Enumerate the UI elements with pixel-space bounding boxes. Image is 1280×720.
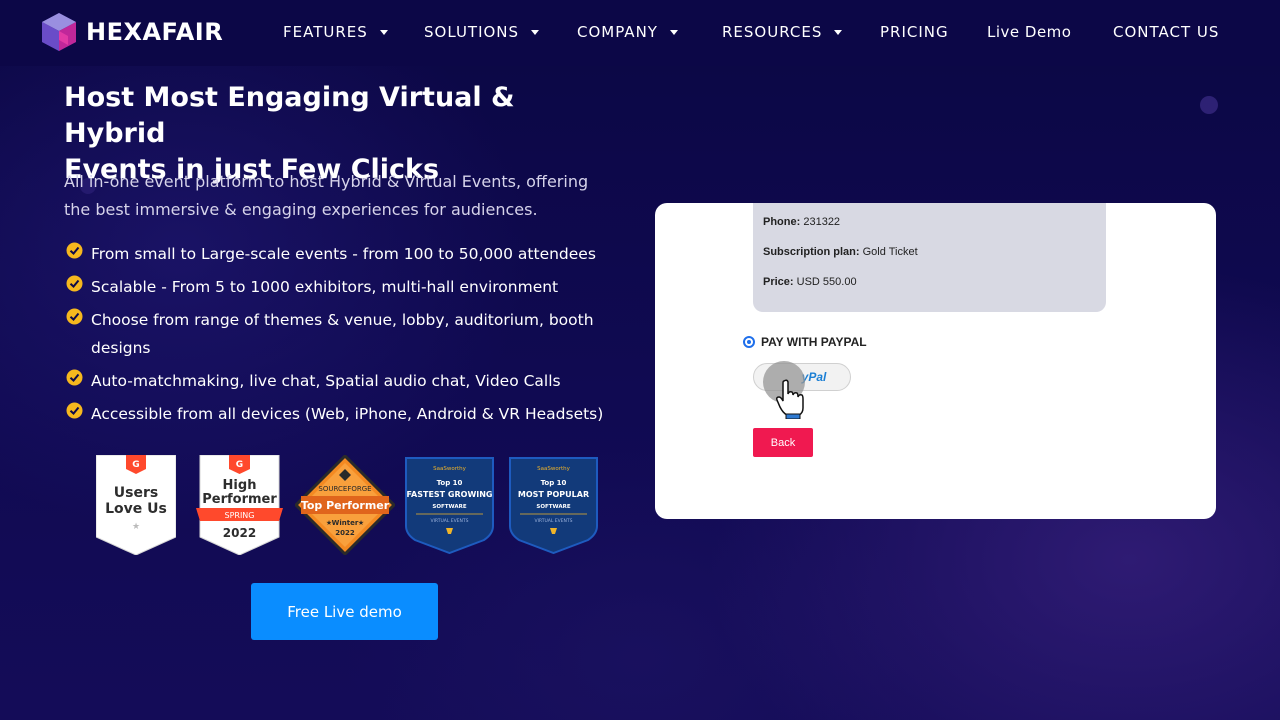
caret-down-icon	[834, 29, 843, 35]
decor-dot	[1200, 96, 1218, 114]
caret-down-icon	[379, 29, 388, 35]
phone-row: Phone: 231322	[763, 216, 840, 228]
nav-item-resources[interactable]: RESOURCES	[722, 20, 843, 44]
svg-text:SOURCEFORGE: SOURCEFORGE	[318, 485, 371, 493]
back-button[interactable]: Back	[753, 428, 813, 457]
nav-item-features-label: FEATURES	[283, 23, 368, 41]
pay-with-paypal-label: PAY WITH PAYPAL	[761, 335, 867, 349]
nav-item-features[interactable]: FEATURES	[283, 20, 388, 44]
feature-item: Choose from range of themes & venue, lob…	[66, 306, 611, 362]
brand-logo[interactable]: HEXAFAIR	[40, 12, 223, 52]
svg-text:FASTEST GROWING: FASTEST GROWING	[406, 490, 492, 499]
svg-text:Love Us: Love Us	[105, 501, 167, 517]
svg-text:G: G	[132, 460, 139, 470]
svg-text:Top 10: Top 10	[437, 479, 463, 487]
svg-text:SaaSworthy: SaaSworthy	[433, 466, 466, 472]
price-row: Price: USD 550.00	[763, 276, 857, 288]
svg-text:Top 10: Top 10	[541, 479, 567, 487]
feature-item: Accessible from all devices (Web, iPhone…	[66, 400, 611, 428]
svg-text:G: G	[236, 460, 243, 470]
check-circle-icon	[66, 308, 83, 325]
feature-list: From small to Large-scale events - from …	[66, 240, 611, 433]
nav-item-solutions[interactable]: SOLUTIONS	[424, 20, 540, 44]
svg-text:SPRING: SPRING	[224, 511, 254, 520]
feature-item: From small to Large-scale events - from …	[66, 240, 611, 268]
phone-label: Phone:	[763, 216, 801, 228]
badge-saasworthy-most-popular: SaaSworthy Top 10 MOST POPULAR SOFTWARE …	[508, 456, 599, 554]
nav-item-pricing[interactable]: PRICING	[880, 20, 949, 44]
svg-text:Users: Users	[114, 485, 158, 501]
svg-text:Winter: Winter	[332, 519, 359, 527]
caret-down-icon	[531, 29, 540, 35]
nav-item-live-demo-label: Live Demo	[987, 23, 1072, 41]
star-icon: ★	[132, 522, 140, 532]
feature-text: From small to Large-scale events - from …	[91, 245, 596, 263]
svg-text:VIRTUAL EVENTS: VIRTUAL EVENTS	[431, 518, 469, 524]
svg-text:SOFTWARE: SOFTWARE	[536, 504, 570, 510]
nav-item-company-label: COMPANY	[577, 23, 658, 41]
svg-text:VIRTUAL EVENTS: VIRTUAL EVENTS	[535, 518, 573, 524]
feature-item: Auto-matchmaking, live chat, Spatial aud…	[66, 367, 611, 395]
site-header: HEXAFAIR FEATURES SOLUTIONS COMPANY RESO…	[0, 0, 1280, 66]
hero-subtitle: All in-one event platform to host Hybrid…	[64, 172, 589, 219]
nav-item-pricing-label: PRICING	[880, 23, 949, 41]
plan-label: Subscription plan:	[763, 246, 860, 258]
plan-row: Subscription plan: Gold Ticket	[763, 246, 918, 258]
order-summary: Phone: 231322 Subscription plan: Gold Ti…	[753, 203, 1106, 312]
brand-name: HEXAFAIR	[86, 18, 224, 46]
hand-pointer-icon	[776, 379, 804, 419]
nav-item-company[interactable]: COMPANY	[577, 20, 678, 44]
nav-item-contact-us-label: CONTACT US	[1113, 23, 1220, 41]
badge-sourceforge-top-performer: SOURCEFORGE Top Performer Winter ★ ★ 202…	[295, 455, 395, 555]
badge-saasworthy-fastest-growing: SaaSworthy Top 10 FASTEST GROWING SOFTWA…	[404, 456, 495, 554]
feature-text: Auto-matchmaking, live chat, Spatial aud…	[91, 372, 561, 390]
feature-item: Scalable - From 5 to 1000 exhibitors, mu…	[66, 273, 611, 301]
check-circle-icon	[66, 275, 83, 292]
check-circle-icon	[66, 369, 83, 386]
svg-text:High: High	[223, 478, 257, 493]
check-circle-icon	[66, 402, 83, 419]
svg-text:2022: 2022	[335, 529, 355, 537]
paypal-radio[interactable]	[743, 336, 755, 348]
nav-item-live-demo[interactable]: Live Demo	[987, 20, 1071, 44]
price-value: USD 550.00	[796, 276, 857, 288]
check-circle-icon	[66, 242, 83, 259]
hero-title-line1: Host Most Engaging Virtual & Hybrid	[64, 82, 515, 149]
star-icon: ★	[358, 519, 364, 527]
svg-text:SaaSworthy: SaaSworthy	[537, 466, 570, 472]
feature-text: Accessible from all devices (Web, iPhone…	[91, 405, 604, 423]
pay-with-paypal-option[interactable]: PAY WITH PAYPAL	[743, 335, 867, 349]
nav-item-contact-us[interactable]: CONTACT US	[1113, 20, 1219, 44]
price-label: Price:	[763, 276, 794, 288]
nav-item-solutions-label: SOLUTIONS	[424, 23, 520, 41]
svg-text:2022: 2022	[223, 526, 256, 540]
plan-value: Gold Ticket	[862, 246, 918, 258]
caret-down-icon	[669, 29, 678, 35]
feature-text: Choose from range of themes & venue, lob…	[91, 311, 594, 357]
svg-text:Performer: Performer	[202, 492, 277, 507]
free-live-demo-button[interactable]: Free Live demo	[251, 583, 438, 640]
badge-g2-users-love-us: G Users Love Us ★	[96, 455, 176, 555]
nav-item-resources-label: RESOURCES	[722, 23, 823, 41]
svg-text:SOFTWARE: SOFTWARE	[432, 504, 466, 510]
hexagon-cube-icon	[42, 13, 76, 51]
badge-g2-high-performer: G High Performer SPRING 2022	[196, 455, 283, 555]
star-icon: ★	[326, 519, 332, 527]
feature-text: Scalable - From 5 to 1000 exhibitors, mu…	[91, 278, 559, 296]
paypal-button-text: yPal	[801, 370, 827, 384]
phone-value: 231322	[803, 216, 841, 228]
checkout-demo-card: Phone: 231322 Subscription plan: Gold Ti…	[655, 203, 1216, 519]
svg-text:MOST POPULAR: MOST POPULAR	[518, 490, 589, 499]
svg-text:Top Performer: Top Performer	[301, 499, 390, 512]
